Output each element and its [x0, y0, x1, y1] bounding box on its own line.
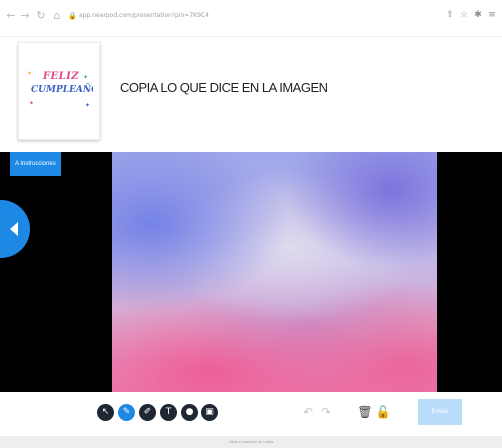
drawing-toolbar: ↖ ✎ ✐ T ● ▣ ↶ ↷ 🗑 🔓 Enviar	[0, 393, 502, 435]
notes-carousel-bar[interactable]: Click el carrusel de notas	[0, 436, 502, 448]
redo-icon[interactable]: ↷	[318, 403, 334, 421]
address-bar[interactable]: 🔒 app.nearpod.com/presentation?pin=7K9C4	[68, 8, 368, 24]
text-tool-icon[interactable]: T	[160, 404, 177, 421]
feliz-cumpleanos-image: ✦ ✦ ✦ ✦ FELIZ CUMPLEAÑOS	[25, 69, 93, 113]
chevron-left-icon	[10, 222, 18, 236]
page-title: COPIA LO QUE DICE EN LA IMAGEN	[120, 80, 328, 95]
share-icon[interactable]: ⇪	[444, 9, 456, 21]
trash-icon[interactable]: 🗑	[357, 403, 373, 421]
send-button[interactable]: Enviar	[418, 399, 462, 425]
thumbnail-text-feliz: FELIZ	[42, 71, 80, 82]
url-text: app.nearpod.com/presentation?pin=7K9C4	[79, 12, 209, 19]
star-icon[interactable]: ☆	[458, 9, 470, 21]
lock-icon: 🔒	[68, 12, 77, 20]
confetti-decoration: ✦	[85, 103, 91, 109]
back-icon[interactable]: ←	[4, 9, 18, 23]
slide-thumbnail: ✦ ✦ ✦ ✦ FELIZ CUMPLEAÑOS	[18, 42, 100, 140]
undo-icon[interactable]: ↶	[300, 403, 316, 421]
extension-icon[interactable]: ✱	[472, 9, 484, 21]
pen-tool-icon[interactable]: ✎	[118, 404, 135, 421]
shape-tool-icon[interactable]: ●	[181, 404, 198, 421]
highlighter-tool-icon[interactable]: ✐	[139, 404, 156, 421]
image-tool-icon[interactable]: ▣	[201, 404, 218, 421]
home-icon[interactable]: ⌂	[50, 9, 64, 23]
unlock-icon[interactable]: 🔓	[375, 403, 391, 421]
reload-icon[interactable]: ↻	[34, 9, 48, 23]
browser-toolbar: ← → ↻ ⌂ 🔒 app.nearpod.com/presentation?p…	[0, 0, 502, 37]
select-tool-icon[interactable]: ↖	[97, 404, 114, 421]
thumbnail-text-cumpleanos: CUMPLEAÑOS	[31, 85, 93, 95]
menu-icon[interactable]: ≡	[486, 9, 498, 21]
drawing-stage	[0, 152, 502, 392]
watercolor-canvas[interactable]	[112, 152, 437, 392]
confetti-decoration: ✦	[29, 101, 35, 107]
forward-icon[interactable]: →	[18, 9, 32, 23]
instructions-tab[interactable]: A Instrucciones	[10, 152, 61, 176]
